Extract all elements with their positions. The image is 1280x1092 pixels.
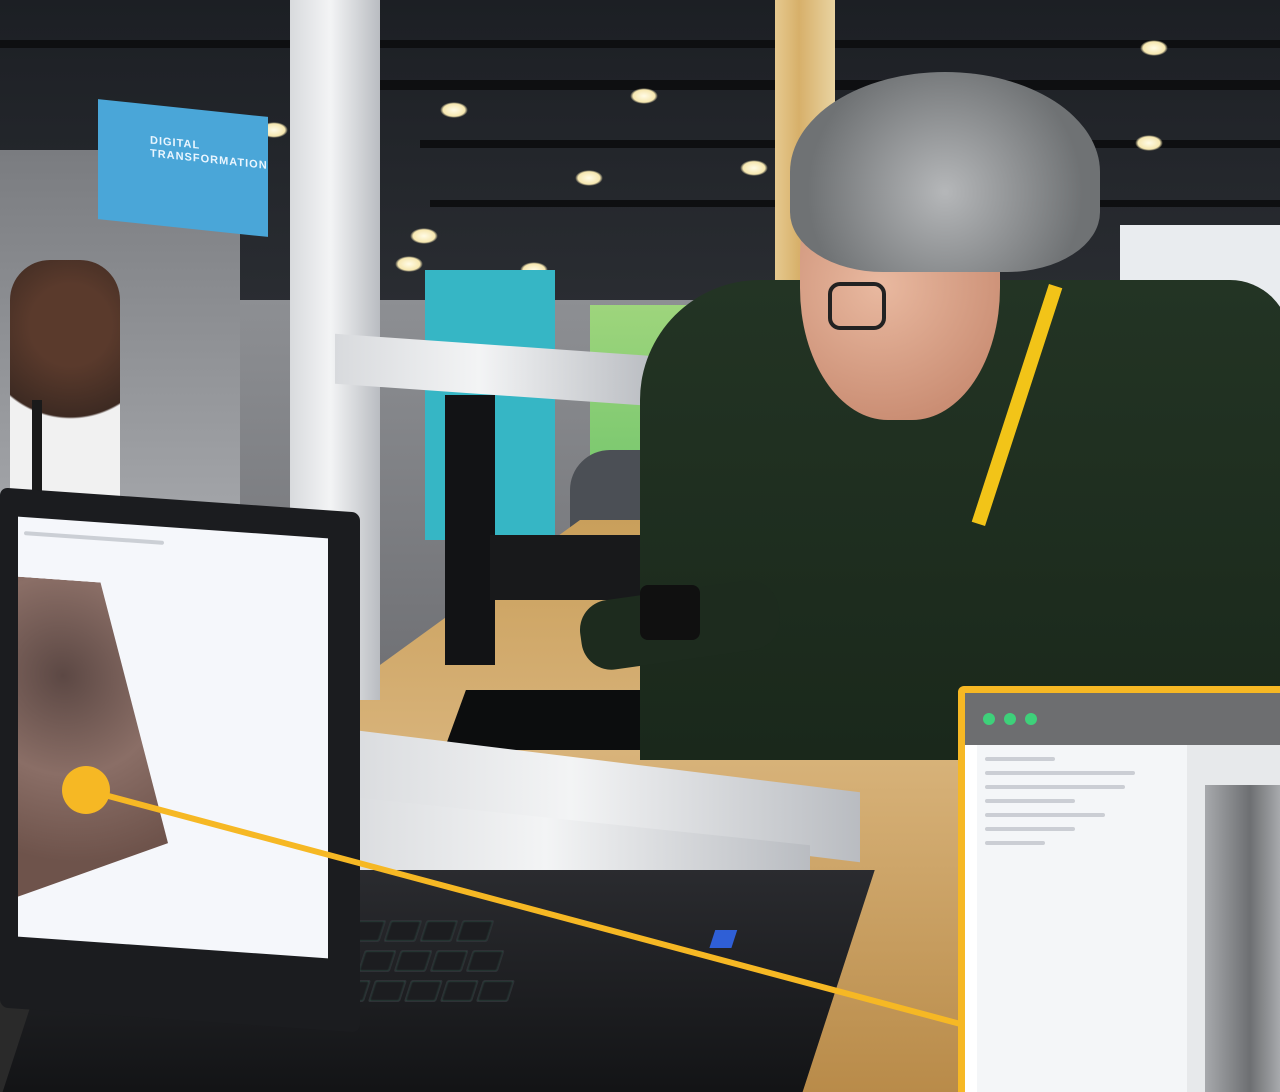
window-dot-icon — [1025, 713, 1037, 725]
callout-titlebar — [965, 693, 1280, 745]
blurred-text-line — [985, 827, 1075, 831]
blurred-text-line — [985, 785, 1125, 789]
blurred-text-line — [985, 813, 1105, 817]
photo-scene: DIGITAL TRANSFORMATION — [0, 0, 1280, 1092]
blurred-text-line — [985, 799, 1075, 803]
callout-window — [958, 686, 1280, 1092]
callout-line — [85, 787, 969, 1029]
blurred-text-line — [985, 771, 1135, 775]
window-dot-icon — [1004, 713, 1016, 725]
blurred-text-line — [985, 841, 1045, 845]
callout-pointer-dot — [62, 766, 110, 814]
window-dot-icon — [983, 713, 995, 725]
camera-view-device — [1205, 785, 1280, 1092]
blurred-text-line — [985, 757, 1055, 761]
callout-camera-view — [1187, 745, 1280, 1092]
